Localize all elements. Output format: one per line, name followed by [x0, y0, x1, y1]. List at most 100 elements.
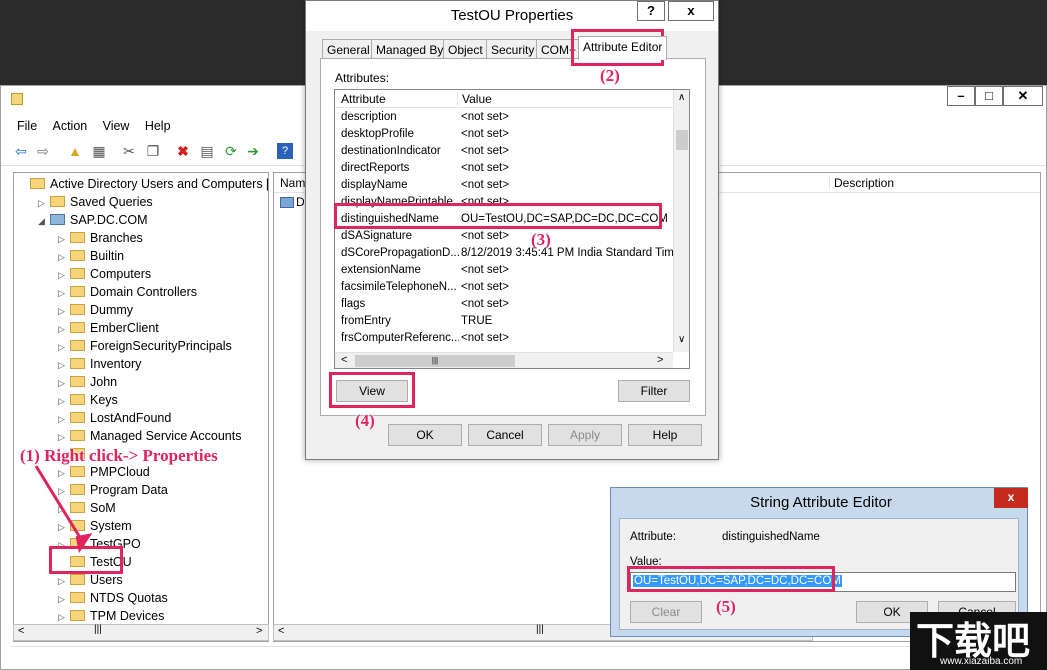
tree-node[interactable]: ▷Computers	[58, 265, 151, 283]
attribute-row[interactable]: directReports<not set>	[335, 160, 675, 177]
menu-action[interactable]: Action	[47, 116, 94, 136]
delete-icon[interactable]: ✖	[175, 143, 191, 159]
export-icon[interactable]: ➔	[245, 143, 261, 159]
tree-node[interactable]: ▷TPM Devices	[58, 607, 164, 625]
attributes-list[interactable]: Attribute Value description<not set>desk…	[334, 89, 690, 369]
tree-node[interactable]: ▷Managed Service Accounts	[58, 427, 241, 445]
tree-node[interactable]: ▷LostAndFound	[58, 409, 171, 427]
tab-managed-by[interactable]: Managed By	[371, 39, 448, 59]
sae-close-button[interactable]: x	[994, 488, 1028, 508]
attributes-horizontal-scrollbar[interactable]: < ||| >	[335, 352, 673, 369]
up-folder-icon[interactable]: ▲	[67, 143, 83, 159]
tree-node-label: NTDS Quotas	[90, 591, 168, 605]
scroll-thumb-icon[interactable]	[676, 130, 688, 150]
help-icon[interactable]: ?	[277, 143, 293, 159]
scroll-right-icon[interactable]: >	[256, 625, 262, 637]
attributes-vertical-scrollbar[interactable]: ∧ ∨	[673, 90, 690, 352]
attribute-row[interactable]: destinationIndicator<not set>	[335, 143, 675, 160]
scroll-thumb-icon[interactable]: |||	[355, 355, 515, 367]
help-button[interactable]: Help	[628, 424, 702, 446]
ok-button[interactable]: OK	[388, 424, 462, 446]
tree-node[interactable]: ▷Branches	[58, 229, 143, 247]
attribute-row[interactable]: dSCorePropagationD...8/12/2019 3:45:41 P…	[335, 245, 675, 262]
filter-button[interactable]: Filter	[618, 380, 690, 402]
attribute-row[interactable]: flags<not set>	[335, 296, 675, 313]
tab-attribute-editor[interactable]: Attribute Editor	[578, 36, 667, 60]
expand-icon[interactable]: ◢	[38, 212, 48, 230]
expand-icon[interactable]: ▷	[58, 248, 68, 266]
tab-security[interactable]: Security	[486, 39, 539, 59]
dialog-help-button[interactable]: ?	[637, 1, 665, 21]
menu-help[interactable]: Help	[139, 116, 177, 136]
expand-icon[interactable]: ▷	[58, 230, 68, 248]
close-button[interactable]: ✕	[1003, 86, 1043, 106]
expand-icon[interactable]: ▷	[58, 374, 68, 392]
tree-node[interactable]: ▷Dummy	[58, 301, 133, 319]
expand-icon[interactable]: ▷	[58, 320, 68, 338]
refresh-icon[interactable]: ⟳	[223, 143, 239, 159]
maximize-button[interactable]: □	[975, 86, 1003, 106]
attribute-row[interactable]: description<not set>	[335, 109, 675, 126]
clear-button[interactable]: Clear	[630, 601, 702, 623]
attribute-row[interactable]: displayName<not set>	[335, 177, 675, 194]
menu-file[interactable]: File	[11, 116, 43, 136]
scroll-right-icon[interactable]: >	[657, 354, 663, 366]
apply-button[interactable]: Apply	[548, 424, 622, 446]
expand-icon[interactable]: ▷	[58, 338, 68, 356]
tree-node[interactable]: Active Directory Users and Computers [DC…	[18, 175, 269, 193]
scroll-down-icon[interactable]: ∨	[678, 334, 685, 345]
attribute-row[interactable]: dSASignature<not set>	[335, 228, 675, 245]
tree-node[interactable]: ▷ NTDS Quotas	[58, 589, 168, 607]
attribute-row[interactable]: extensionName<not set>	[335, 262, 675, 279]
col-attribute-header[interactable]: Attribute	[341, 92, 386, 106]
expand-icon[interactable]: ▷	[58, 302, 68, 320]
copy-icon[interactable]: ❐	[145, 143, 161, 159]
list-item[interactable]: D	[296, 195, 305, 209]
expand-icon[interactable]: ▷	[58, 356, 68, 374]
expand-icon[interactable]: ▷	[58, 266, 68, 284]
forward-icon[interactable]: ⇨	[35, 143, 51, 159]
cancel-button[interactable]: Cancel	[468, 424, 542, 446]
attribute-row[interactable]: fromEntryTRUE	[335, 313, 675, 330]
tree-node[interactable]: ◢SAP.DC.COM	[38, 211, 148, 229]
tree-node-label: Saved Queries	[70, 195, 153, 209]
tree-node[interactable]: ▷ForeignSecurityPrincipals	[58, 337, 232, 355]
expand-icon[interactable]: ▷	[58, 392, 68, 410]
tab-general[interactable]: General	[322, 39, 375, 59]
scroll-left-icon[interactable]: <	[341, 354, 347, 366]
menu-view[interactable]: View	[97, 116, 136, 136]
cut-icon[interactable]: ✂	[121, 143, 137, 159]
expand-icon[interactable]: ▷	[58, 410, 68, 428]
annotation-box-testou	[49, 546, 123, 574]
expand-icon[interactable]: ▷	[58, 284, 68, 302]
back-icon[interactable]: ⇦	[13, 143, 29, 159]
expand-icon[interactable]: ▷	[58, 572, 68, 590]
properties-icon[interactable]: ▤	[199, 143, 215, 159]
scroll-thumb-icon[interactable]: |||	[94, 624, 102, 635]
column-description-header[interactable]: Description	[829, 176, 894, 190]
show-tree-icon[interactable]: ▦	[91, 143, 107, 159]
attribute-row[interactable]: facsimileTelephoneN...<not set>	[335, 279, 675, 296]
tab-object[interactable]: Object	[443, 39, 488, 59]
expand-icon[interactable]: ▷	[58, 590, 68, 608]
expand-icon[interactable]: ▷	[38, 194, 48, 212]
attribute-row[interactable]: frsComputerReferenc...<not set>	[335, 330, 675, 347]
tree-node[interactable]: ▷Domain Controllers	[58, 283, 197, 301]
tree-horizontal-scrollbar[interactable]: < ||| >	[13, 624, 269, 641]
tree-node[interactable]: ▷EmberClient	[58, 319, 159, 337]
tree-node[interactable]: ▷Builtin	[58, 247, 124, 265]
expand-icon[interactable]: ▷	[58, 428, 68, 446]
col-value-header[interactable]: Value	[457, 92, 492, 106]
tree-node[interactable]: ▷ Saved Queries	[38, 193, 153, 211]
dialog-close-button[interactable]: x	[668, 1, 714, 21]
tree-node[interactable]: ▷Keys	[58, 391, 118, 409]
tree-node[interactable]: ▷Inventory	[58, 355, 141, 373]
scroll-left-icon[interactable]: <	[278, 625, 284, 637]
tree-node[interactable]: ▷John	[58, 373, 117, 391]
column-name-header[interactable]: Nam	[280, 176, 305, 190]
scroll-up-icon[interactable]: ∧	[678, 92, 685, 103]
scroll-thumb-icon[interactable]: |||	[536, 624, 544, 635]
attribute-row[interactable]: desktopProfile<not set>	[335, 126, 675, 143]
minimize-button[interactable]: –	[947, 86, 975, 106]
scroll-left-icon[interactable]: <	[18, 625, 24, 637]
